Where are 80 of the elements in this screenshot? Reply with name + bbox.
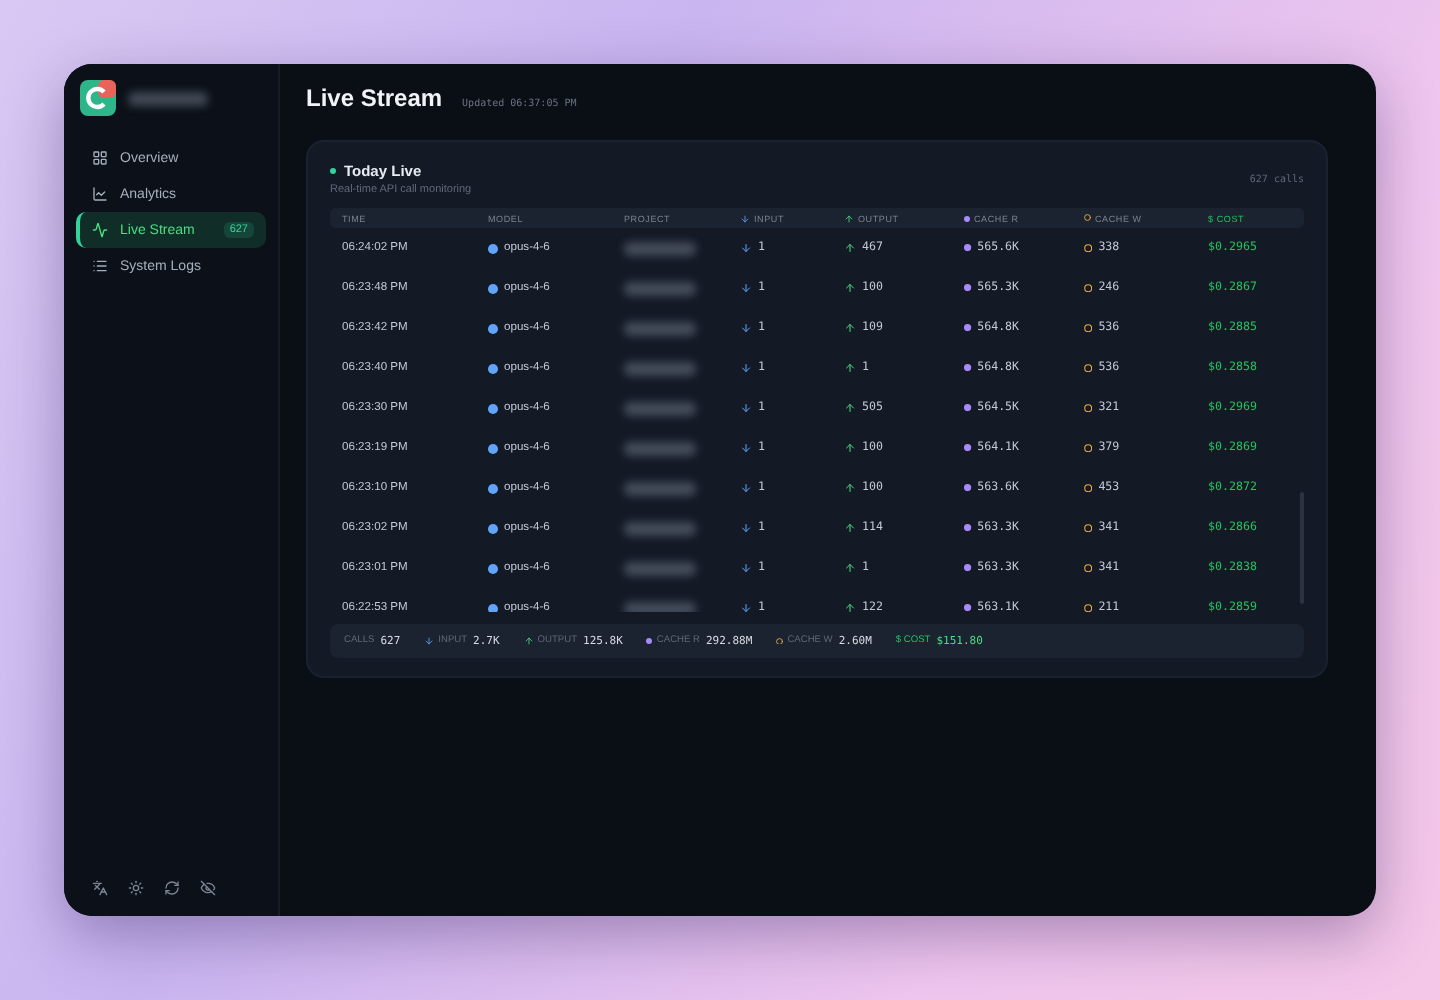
arrow-down-icon [740, 602, 752, 612]
arrow-up-icon [844, 562, 856, 574]
model-dot [488, 563, 498, 573]
app-logo [80, 80, 116, 116]
arrow-up-icon [844, 282, 856, 294]
model-dot [488, 443, 498, 453]
ring-icon [1084, 363, 1093, 373]
arrow-down-icon [740, 402, 752, 414]
ring-icon [1084, 323, 1093, 333]
arrow-up-icon [844, 522, 856, 534]
model-dot [488, 283, 498, 293]
dot-icon [646, 638, 653, 644]
arrow-down-icon [740, 213, 750, 223]
sun-icon[interactable] [128, 880, 144, 896]
dot-icon [964, 524, 972, 532]
ring-icon [1084, 243, 1093, 253]
arrow-down-icon [740, 362, 752, 374]
blurred-app-name [128, 91, 208, 105]
ring-icon [776, 637, 784, 645]
ring-icon [1084, 523, 1093, 533]
dot-icon [964, 404, 972, 412]
page-title: Live Stream [306, 84, 443, 112]
ring-icon [1084, 603, 1093, 612]
refresh-icon[interactable] [164, 880, 180, 896]
blurred-project [624, 521, 696, 535]
model-dot [488, 403, 498, 413]
blurred-project [624, 361, 696, 375]
eye-off-icon[interactable] [200, 880, 216, 896]
dot-icon [964, 604, 972, 612]
arrow-down-icon [424, 636, 435, 646]
dot-icon [964, 324, 972, 332]
blurred-project [624, 601, 696, 612]
dot-icon [964, 244, 972, 252]
model-dot [488, 323, 498, 333]
blurred-project [624, 401, 696, 415]
arrow-down-icon [740, 242, 752, 254]
blurred-project [624, 281, 696, 295]
model-dot [488, 483, 498, 493]
dot-icon [964, 564, 972, 572]
pulse-icon [92, 222, 108, 238]
model-dot [488, 523, 498, 533]
blurred-project [624, 321, 696, 335]
status-dot [330, 168, 336, 174]
translate-icon[interactable] [92, 880, 108, 896]
ring-icon [1084, 443, 1093, 453]
model-dot [488, 363, 498, 373]
arrow-up-icon [844, 213, 854, 223]
arrow-up-icon [844, 242, 856, 254]
blurred-project [624, 561, 696, 575]
arrow-up-icon [844, 442, 856, 454]
arrow-up-icon [844, 362, 856, 374]
arrow-down-icon [740, 562, 752, 574]
model-dot [488, 243, 498, 253]
arrow-up-icon [844, 482, 856, 494]
list-icon [92, 258, 108, 274]
dot-icon [964, 484, 972, 492]
dot-icon [964, 364, 972, 372]
arrow-down-icon [740, 322, 752, 334]
arrow-down-icon [740, 522, 752, 534]
arrow-down-icon [740, 442, 752, 454]
blurred-project [624, 441, 696, 455]
chart-icon [92, 186, 108, 202]
ring-icon [1084, 214, 1091, 222]
arrow-up-icon [844, 602, 856, 612]
ring-icon [1084, 403, 1093, 413]
model-dot [488, 603, 498, 612]
arrow-down-icon [740, 482, 752, 494]
arrow-up-icon [844, 402, 856, 414]
ring-icon [1084, 283, 1093, 293]
arrow-up-icon [523, 636, 534, 646]
arrow-up-icon [844, 322, 856, 334]
ring-icon [1084, 483, 1093, 493]
dot-icon [964, 215, 970, 221]
blurred-project [624, 481, 696, 495]
blurred-project [624, 241, 696, 255]
dot-icon [964, 284, 972, 292]
dot-icon [964, 444, 972, 452]
ring-icon [1084, 563, 1093, 573]
arrow-down-icon [740, 282, 752, 294]
grid-icon [92, 150, 108, 166]
